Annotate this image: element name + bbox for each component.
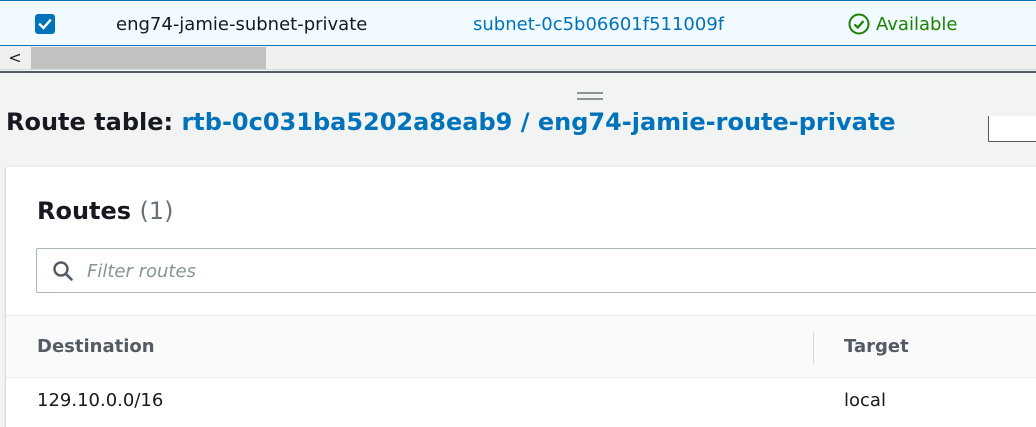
route-table-link[interactable]: rtb-0c031ba5202a8eab9 / eng74-jamie-rout…: [181, 112, 895, 136]
routes-title-text: Routes: [37, 197, 132, 225]
scrollbar-thumb[interactable]: [31, 47, 266, 69]
route-table-heading: Route table: rtb-0c031ba5202a8eab9 / eng…: [6, 112, 896, 142]
route-table-label: Route table:: [6, 112, 174, 136]
route-destination: 129.10.0.0/16: [37, 390, 164, 411]
routes-title: Routes (1): [37, 197, 173, 225]
page: eng74-jamie-subnet-private subnet-0c5b06…: [0, 0, 1036, 427]
status-text: Available: [876, 13, 958, 35]
table-header: Destination Target: [6, 315, 1036, 378]
column-resizer[interactable]: [813, 332, 814, 364]
table-row[interactable]: 129.10.0.0/16 local: [6, 378, 1036, 423]
scroll-left-arrow-icon[interactable]: <: [0, 46, 30, 70]
subnet-table-row[interactable]: eng74-jamie-subnet-private subnet-0c5b06…: [0, 0, 1036, 46]
search-icon: [53, 261, 73, 281]
checkmark-icon: [38, 18, 52, 30]
column-header-destination[interactable]: Destination: [37, 336, 155, 357]
route-target: local: [844, 390, 886, 411]
check-circle-icon: [848, 13, 870, 35]
routes-container: Routes (1) Destination Target 129.10.0.0…: [6, 166, 1036, 427]
resize-handle-icon[interactable]: [577, 92, 603, 102]
row-checkbox[interactable]: [35, 14, 55, 34]
horizontal-scrollbar[interactable]: <: [0, 46, 1036, 70]
route-table-action-button[interactable]: [988, 116, 1036, 142]
filter-routes-input[interactable]: [87, 257, 987, 285]
subnet-id-link[interactable]: subnet-0c5b06601f511009f: [473, 14, 724, 35]
routes-count: (1): [139, 197, 174, 225]
split-panel-divider: [0, 71, 1036, 73]
subnet-name: eng74-jamie-subnet-private: [116, 14, 368, 35]
filter-box[interactable]: [36, 248, 1036, 293]
column-header-target[interactable]: Target: [844, 336, 909, 357]
status-badge: Available: [848, 13, 957, 35]
